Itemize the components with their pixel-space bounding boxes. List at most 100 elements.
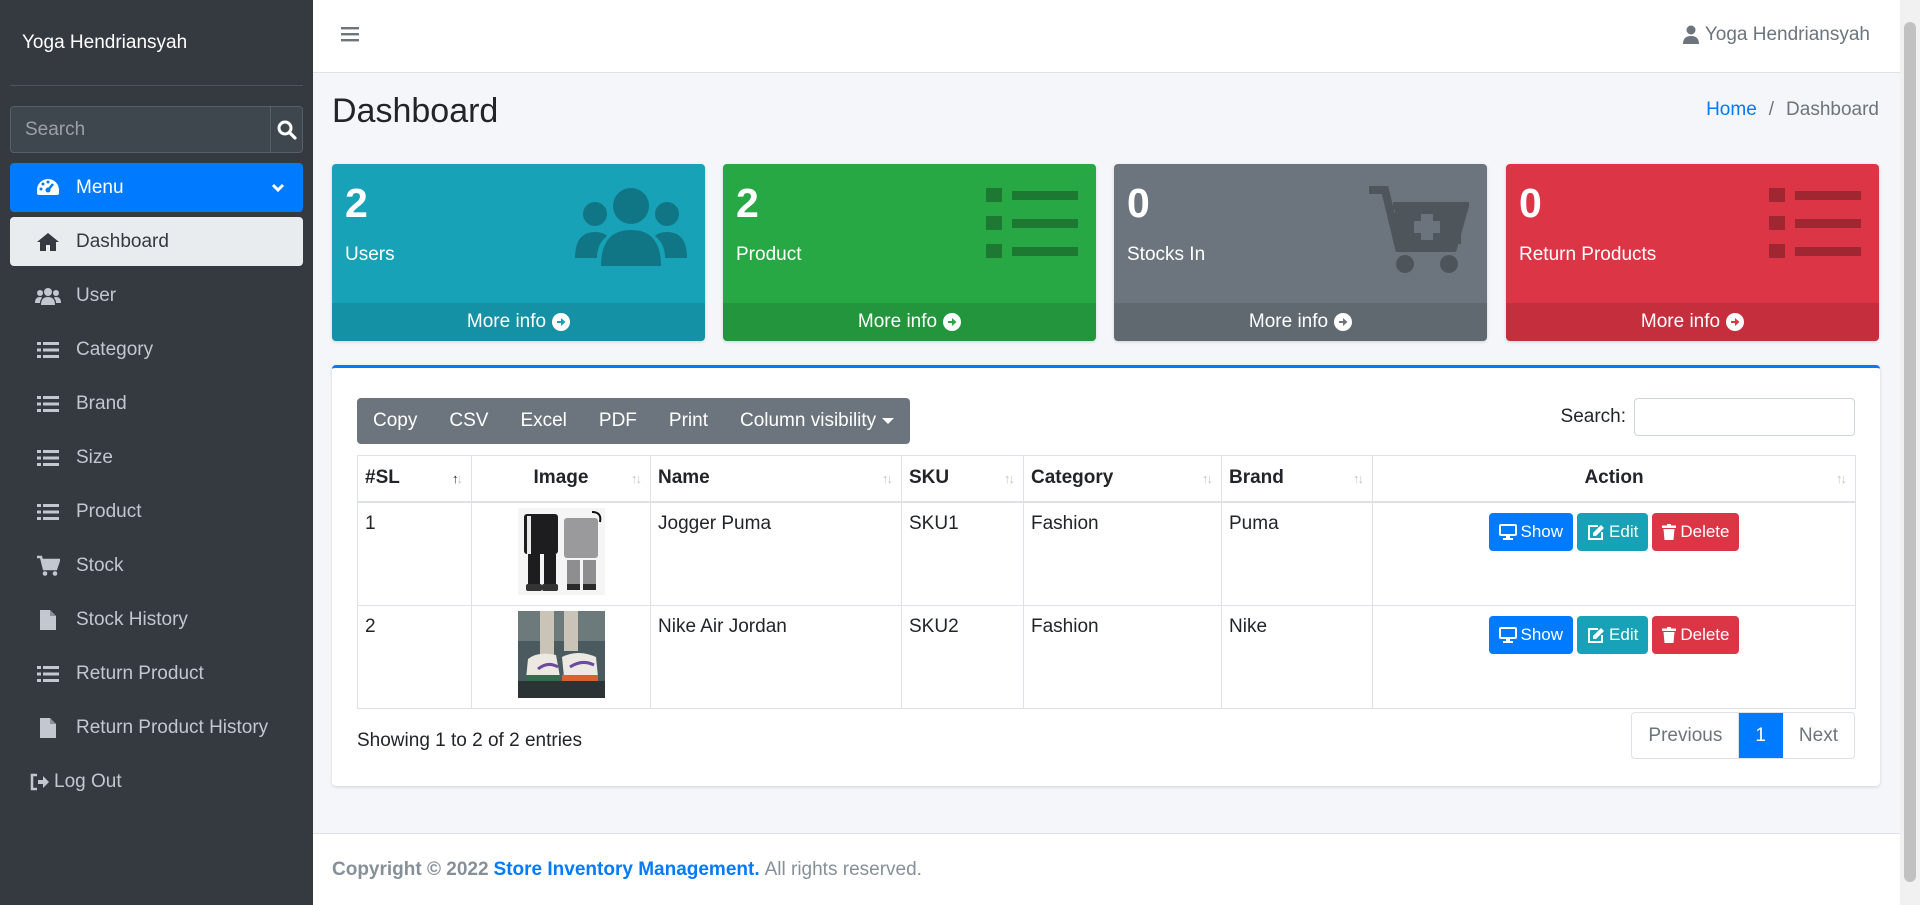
pdf-button[interactable]: PDF bbox=[583, 398, 653, 444]
page-footer: Copyright © 2022 Store Inventory Managem… bbox=[313, 833, 1900, 905]
cart-icon bbox=[34, 555, 62, 577]
stocks-in-stat-box: 0 Stocks In More info bbox=[1114, 164, 1487, 341]
more-info-link[interactable]: More info bbox=[1114, 303, 1487, 341]
page-scrollbar[interactable] bbox=[1900, 0, 1920, 905]
column-header-sl[interactable]: #SL ↑↓ bbox=[357, 455, 472, 503]
column-header-action[interactable]: Action ↑↓ bbox=[1372, 455, 1856, 503]
pagination-previous[interactable]: Previous bbox=[1632, 713, 1740, 758]
cell-sku: SKU2 bbox=[901, 604, 1024, 709]
show-button[interactable]: Show bbox=[1488, 615, 1574, 654]
sidebar-search bbox=[10, 106, 303, 153]
breadcrumb-home-link[interactable]: Home bbox=[1706, 99, 1757, 121]
sidebar-item-return-product-history[interactable]: Return Product History bbox=[10, 703, 303, 752]
sidebar-item-stock-history[interactable]: Stock History bbox=[10, 595, 303, 644]
file-icon bbox=[34, 717, 62, 739]
cell-brand: Nike bbox=[1221, 604, 1373, 709]
list-icon bbox=[1769, 186, 1861, 266]
pagination-next[interactable]: Next bbox=[1783, 713, 1854, 758]
pagination-page-1[interactable]: 1 bbox=[1739, 713, 1783, 758]
sidebar-menu-toggle[interactable]: Menu bbox=[10, 163, 303, 212]
sidebar-item-dashboard[interactable]: Dashboard bbox=[10, 217, 303, 266]
cell-image bbox=[471, 501, 651, 606]
products-table: #SL ↑↓ Image ↑↓ Name ↑↓ SKU ↑↓ Category ↑↓ Br… bbox=[357, 455, 1856, 709]
sidebar-item-category[interactable]: Category bbox=[10, 325, 303, 374]
table-search: Search: bbox=[1561, 398, 1855, 436]
stat-label: Stocks In bbox=[1127, 244, 1206, 265]
column-header-label: #SL bbox=[365, 467, 400, 489]
column-header-name[interactable]: Name ↑↓ bbox=[650, 455, 902, 503]
edit-button[interactable]: Edit bbox=[1577, 615, 1649, 654]
show-button[interactable]: Show bbox=[1488, 512, 1574, 551]
column-header-label: Category bbox=[1031, 467, 1114, 489]
csv-button[interactable]: CSV bbox=[433, 398, 504, 444]
table-search-input[interactable] bbox=[1634, 398, 1855, 436]
return-products-stat-box: 0 Return Products More info bbox=[1506, 164, 1879, 341]
delete-button[interactable]: Delete bbox=[1652, 615, 1740, 654]
file-icon bbox=[34, 609, 62, 631]
footer-app-link[interactable]: Store Inventory Management. bbox=[494, 859, 760, 881]
table-row: 2 Nike Air Jordan SKU2 Fashion Nike Show… bbox=[357, 604, 1856, 709]
edit-icon bbox=[1588, 627, 1605, 643]
delete-label: Delete bbox=[1680, 624, 1730, 644]
sidebar-item-return-product[interactable]: Return Product bbox=[10, 649, 303, 698]
navbar-user-menu[interactable]: Yoga Hendriansyah bbox=[1682, 24, 1870, 46]
more-info-label: More info bbox=[857, 311, 938, 332]
sidebar-item-user[interactable]: User bbox=[10, 271, 303, 320]
sidebar-item-size[interactable]: Size bbox=[10, 433, 303, 482]
sidebar-user-name[interactable]: Yoga Hendriansyah bbox=[10, 0, 303, 86]
more-info-link[interactable]: More info bbox=[332, 303, 705, 341]
table-search-label: Search: bbox=[1560, 406, 1626, 427]
sidebar-item-logout[interactable]: Log Out bbox=[10, 757, 303, 806]
column-header-category[interactable]: Category ↑↓ bbox=[1023, 455, 1222, 503]
more-info-link[interactable]: More info bbox=[723, 303, 1096, 341]
sidebar-item-product[interactable]: Product bbox=[10, 487, 303, 536]
column-visibility-button[interactable]: Column visibility bbox=[724, 398, 910, 444]
breadcrumb-current: Dashboard bbox=[1786, 99, 1879, 120]
page-title: Dashboard bbox=[332, 92, 499, 130]
table-header-row: #SL ↑↓ Image ↑↓ Name ↑↓ SKU ↑↓ Category ↑↓ Br… bbox=[357, 455, 1856, 503]
stat-value: 0 bbox=[1127, 180, 1150, 226]
footer-copyright: Copyright © 2022 bbox=[332, 858, 489, 880]
arrow-circle-right-icon bbox=[1726, 313, 1745, 331]
sidebar-search-input[interactable] bbox=[11, 107, 270, 152]
sort-icon: ↑↓ bbox=[1004, 471, 1015, 486]
pagination: Previous 1 Next bbox=[1631, 712, 1855, 759]
column-header-image[interactable]: Image ↑↓ bbox=[471, 455, 651, 503]
cell-image bbox=[471, 604, 651, 709]
desktop-icon bbox=[1498, 523, 1517, 540]
more-info-link[interactable]: More info bbox=[1506, 303, 1879, 341]
edit-icon bbox=[1588, 524, 1605, 540]
arrow-circle-right-icon bbox=[1334, 313, 1353, 331]
sidebar-nav: Menu Dashboard User Category Brand Size … bbox=[10, 163, 303, 811]
sort-icon: ↑↓ bbox=[1836, 471, 1847, 486]
trash-icon bbox=[1662, 626, 1677, 643]
sort-asc-icon: ↑↓ bbox=[452, 471, 463, 486]
hamburger-menu-icon[interactable] bbox=[341, 26, 359, 48]
sidebar-item-stock[interactable]: Stock bbox=[10, 541, 303, 590]
sidebar-item-label: Category bbox=[76, 338, 154, 360]
delete-button[interactable]: Delete bbox=[1652, 512, 1740, 551]
list-icon bbox=[986, 186, 1078, 266]
edit-button[interactable]: Edit bbox=[1577, 512, 1649, 551]
edit-label: Edit bbox=[1609, 521, 1639, 541]
stat-label: Product bbox=[736, 244, 802, 265]
sidebar-search-button[interactable] bbox=[270, 107, 302, 152]
stat-value: 2 bbox=[345, 180, 368, 226]
copy-button[interactable]: Copy bbox=[357, 398, 433, 444]
list-icon bbox=[34, 501, 62, 523]
column-header-sku[interactable]: SKU ↑↓ bbox=[901, 455, 1024, 503]
cell-sl: 1 bbox=[357, 501, 472, 606]
sidebar-item-brand[interactable]: Brand bbox=[10, 379, 303, 428]
export-button-group: Copy CSV Excel PDF Print Column visibili… bbox=[357, 398, 911, 444]
sidebar: Yoga Hendriansyah Menu Dashboard bbox=[0, 0, 313, 905]
sidebar-item-label: User bbox=[76, 284, 117, 306]
caret-down-icon bbox=[882, 418, 895, 424]
column-header-brand[interactable]: Brand ↑↓ bbox=[1221, 455, 1373, 503]
sidebar-item-label: Stock History bbox=[76, 608, 188, 630]
sidebar-item-label: Stock bbox=[76, 554, 124, 576]
cell-category: Fashion bbox=[1023, 501, 1222, 606]
scrollbar-thumb[interactable] bbox=[1904, 22, 1916, 882]
excel-button[interactable]: Excel bbox=[504, 398, 582, 444]
show-label: Show bbox=[1520, 521, 1564, 541]
print-button[interactable]: Print bbox=[653, 398, 724, 444]
